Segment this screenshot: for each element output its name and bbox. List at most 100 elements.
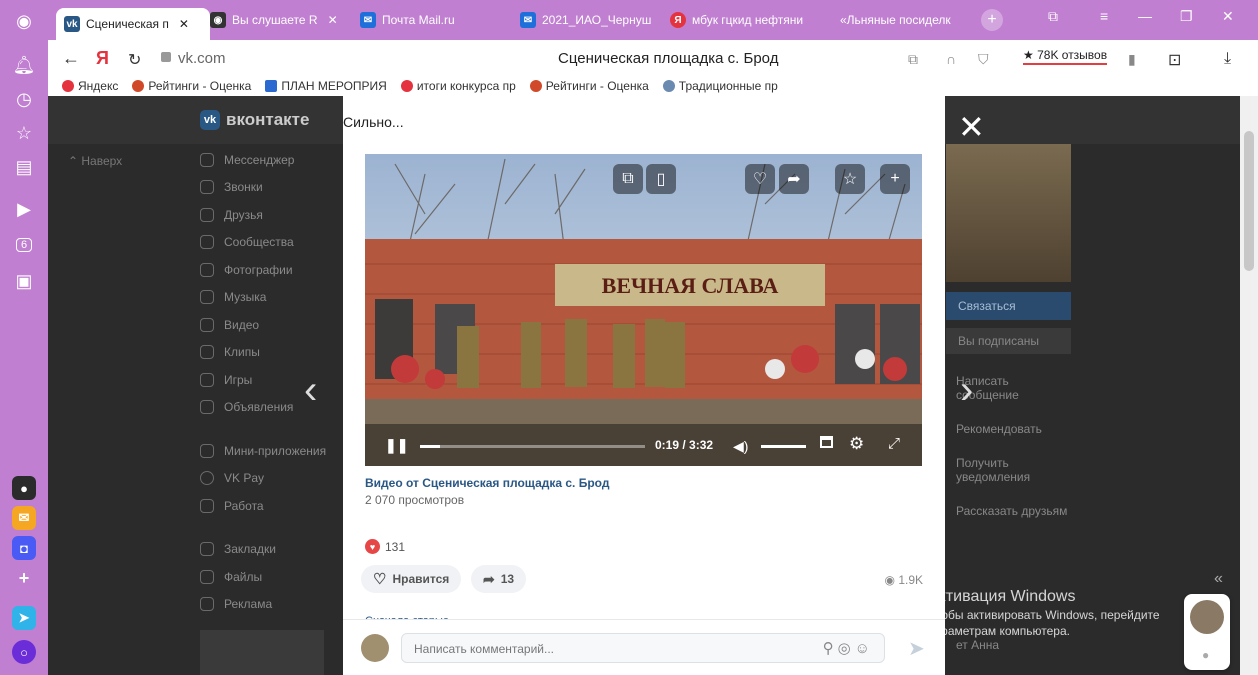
prev-post-icon[interactable]: ‹ [304,368,317,413]
add-video-button[interactable]: + [880,164,910,194]
close-modal-icon[interactable]: ✕ [958,108,985,146]
add-app-icon[interactable]: + [12,566,36,590]
tab-vk[interactable]: vk Сценическая п ✕ [56,8,210,40]
save-video-button[interactable]: ▯ [646,164,676,194]
downloads-icon[interactable]: ⤓ [1224,50,1231,68]
pip-button[interactable]: ⧉ [613,164,643,194]
menu-label: Мини-приложения [224,443,327,458]
media-icon[interactable]: ▶ [8,196,40,222]
recommend-link[interactable]: Рекомендовать [946,422,1071,436]
bookmark-ratings-2[interactable]: Рейтинги - Оценка [529,79,649,93]
bookmark-icon[interactable]: ▮ [1128,51,1136,68]
back-icon[interactable]: ← [62,48,80,69]
menu-item-files[interactable]: Файлы [200,563,326,591]
share-video-button[interactable]: ➦ [779,164,809,194]
pause-icon[interactable]: ❚❚ [385,437,408,454]
like-button[interactable]: ♡ Нравится [361,565,462,593]
app-chat-icon[interactable]: ● [12,476,36,500]
menu-item-video[interactable]: Видео [200,311,326,339]
reviews-badge[interactable]: ★ 78K отзывов [1023,48,1108,65]
comment-input[interactable]: Написать комментарий... ⚲◎☺ [401,633,885,663]
video-title-link[interactable]: Видео от Сценическая площадка с. Брод [365,476,609,490]
reload-icon[interactable]: ↻ [128,50,141,70]
notifications-link[interactable]: Получить уведомления [946,456,1071,484]
menu-item-miniapps[interactable]: Мини-приложения [200,437,326,465]
likes-summary[interactable]: ♥ 131 [365,539,405,554]
like-video-button[interactable]: ♡ [745,164,775,194]
bookmark-yandex[interactable]: Яндекс [62,79,118,93]
subscribed-button[interactable]: Вы подписаны [946,328,1071,354]
vk-logo[interactable]: vk вконтакте [200,110,309,130]
protect-icon[interactable]: ⛉ [978,51,989,68]
tab-yandex[interactable]: Я мбук гцкид нефтяни [662,6,828,34]
url-field[interactable]: vk.com [178,50,226,67]
tab-posidelki[interactable]: «Льняные посиделк [832,6,978,34]
mail-app-icon[interactable]: ✉ [12,506,36,530]
fullscreen-icon[interactable]: ⤢ [888,435,900,452]
extensions-icon[interactable]: ⊡ [1168,50,1181,70]
headphones-icon[interactable]: ∩ [946,51,956,67]
yandex-home-icon[interactable]: Я [96,48,109,69]
telegram-app-icon[interactable]: ➤ [12,606,36,630]
new-tab-button[interactable]: + [978,6,1006,34]
menu-item-photos[interactable]: Фотографии [200,256,326,284]
video-player[interactable]: ВЕЧНАЯ СЛАВА ⧉ ▯ ♡ ➦ ☆ + ❚❚ 0:19 / 3:32 … [365,154,922,466]
messenger-app-icon[interactable]: ◘ [12,536,36,560]
close-window-icon[interactable]: ✕ [1222,8,1234,25]
tab-radio[interactable]: ◉ Вы слушаете R ✕ [202,6,358,34]
history-icon[interactable]: ◷ [8,86,40,112]
close-tab-icon[interactable]: ✕ [179,17,189,31]
site-icon[interactable]: ⧉ [908,51,918,68]
volume-slider[interactable] [761,445,806,448]
connect-button[interactable]: Связаться [946,292,1071,320]
restore-icon[interactable]: ❐ [1180,8,1193,25]
menu-item-work[interactable]: Работа [200,492,326,520]
favorite-video-button[interactable]: ☆ [835,164,865,194]
attach-icons[interactable]: ⚲◎☺ [823,639,874,657]
menu-item-clips[interactable]: Клипы [200,339,326,367]
scrollbar-thumb[interactable] [1244,131,1254,271]
alice-icon[interactable]: ◉ [8,8,40,34]
menu-item-calls[interactable]: Звонки [200,174,326,202]
chat-widget[interactable]: ● [1184,594,1230,670]
notifications-icon[interactable]: 🔔︎ [8,52,40,78]
minimize-icon[interactable]: — [1138,8,1152,24]
yandex-favicon-icon: Я [670,12,686,28]
next-post-icon[interactable]: › [960,368,973,413]
tabs-list-icon[interactable]: ⧉ [1048,8,1058,25]
bookmark-plan[interactable]: ПЛАН МЕРОПРИЯ [265,79,387,93]
friend-avatar-card[interactable] [200,630,324,675]
close-tab-icon[interactable]: ✕ [328,13,338,27]
share-button[interactable]: ➦ 13 [471,565,527,593]
alice-app-icon[interactable]: ○ [12,640,36,664]
menu-item-music[interactable]: Музыка [200,284,326,312]
send-icon[interactable]: ➤ [908,636,925,661]
seek-bar[interactable] [420,445,645,448]
collapse-chat-icon[interactable]: « [1214,570,1223,588]
bookmark-icon: ▯ [656,171,666,188]
bookmark-ratings[interactable]: Рейтинги - Оценка [132,79,251,93]
tell-friends-link[interactable]: Рассказать друзьям [946,504,1071,518]
favorites-icon[interactable]: ☆ [8,120,40,146]
settings-gear-icon[interactable]: ⚙ [849,434,864,454]
bookmark-contest[interactable]: итоги конкурса пр [400,79,516,93]
avatar[interactable] [361,634,389,662]
tab-mail[interactable]: ✉ Почта Mail.ru [352,6,508,34]
menu-item-advert[interactable]: Реклама [200,591,326,619]
menu-item-bookmarks[interactable]: Закладки [200,536,326,564]
volume-icon[interactable]: ◀) [733,438,748,455]
menu-item-vkpay[interactable]: VK Pay [200,465,326,493]
tabs-counter-badge[interactable]: 6 [8,232,40,258]
scroll-top-link[interactable]: ⌃ Наверх [68,154,122,168]
member-name[interactable]: ет Анна [946,638,1071,652]
menu-item-friends[interactable]: Друзья [200,201,326,229]
screenshot-icon[interactable]: ▣ [8,268,40,294]
menu-icon[interactable]: ≡ [1100,8,1108,24]
theater-mode-icon[interactable] [820,436,833,448]
page-scrollbar[interactable] [1240,96,1258,675]
bookmark-traditional[interactable]: Традиционные пр [662,79,778,93]
menu-item-messenger[interactable]: Мессенджер [200,146,326,174]
tab-mail-2[interactable]: ✉ 2021_ИАО_Чернуш [512,6,668,34]
collections-icon[interactable]: ▤ [8,154,40,180]
menu-item-communities[interactable]: Сообщества [200,229,326,257]
